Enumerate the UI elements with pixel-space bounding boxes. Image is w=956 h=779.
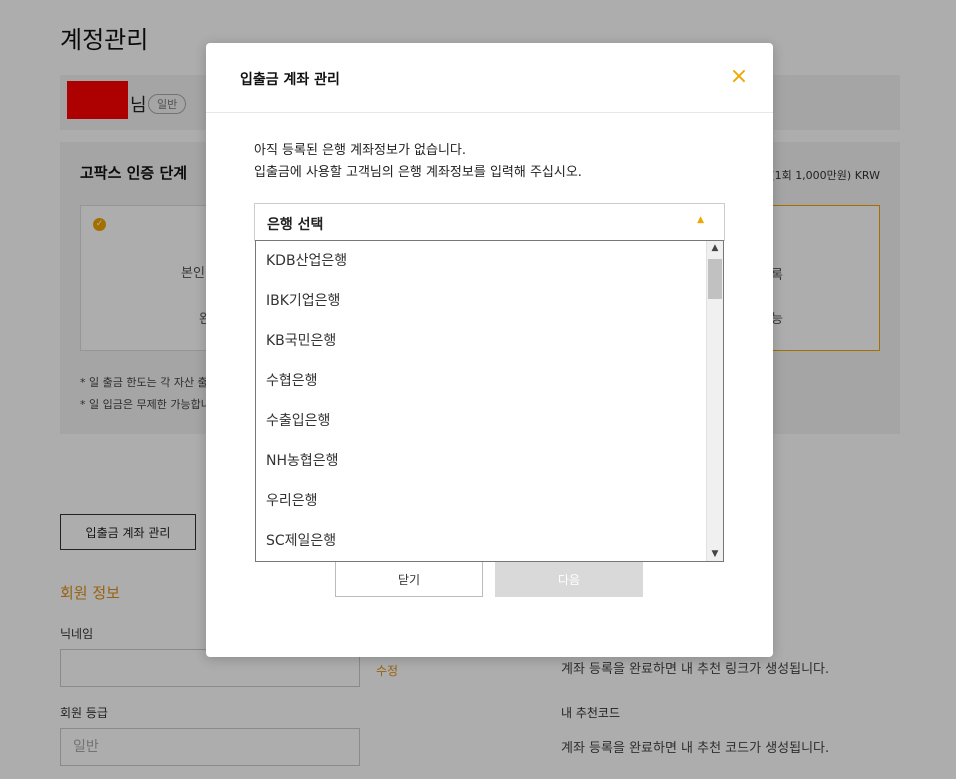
bank-option[interactable]: IBK기업은행 <box>256 281 707 321</box>
bank-select[interactable]: 은행 선택 ▲ <box>254 203 725 241</box>
bank-option[interactable]: KB국민은행 <box>256 321 707 361</box>
scroll-down-icon[interactable]: ▼ <box>707 549 723 559</box>
bank-option[interactable]: KDB산업은행 <box>256 241 707 281</box>
dropdown-scrollbar[interactable]: ▲ ▼ <box>706 241 723 561</box>
next-button[interactable]: 다음 <box>495 561 643 597</box>
scroll-up-icon[interactable]: ▲ <box>707 243 723 253</box>
scrollbar-thumb[interactable] <box>708 259 722 299</box>
modal-header: 입출금 계좌 관리 × <box>206 43 773 113</box>
bank-option[interactable]: 수출입은행 <box>256 401 707 441</box>
bank-options: KDB산업은행 IBK기업은행 KB국민은행 수협은행 수출입은행 NH농협은행… <box>256 241 707 561</box>
bank-option[interactable]: SC제일은행 <box>256 521 707 561</box>
bank-option[interactable]: 수협은행 <box>256 361 707 401</box>
modal-title: 입출금 계좌 관리 <box>240 72 340 88</box>
close-button[interactable]: 닫기 <box>335 561 483 597</box>
chevron-up-icon: ▲ <box>697 215 704 225</box>
modal-message-line2: 입출금에 사용할 고객님의 은행 계좌정보를 입력해 주십시오. <box>254 165 582 180</box>
bank-option[interactable]: NH농협은행 <box>256 441 707 481</box>
bank-select-value: 은행 선택 <box>267 217 324 233</box>
modal-message-line1: 아직 등록된 은행 계좌정보가 없습니다. <box>254 143 467 158</box>
bank-dropdown-list: KDB산업은행 IBK기업은행 KB국민은행 수협은행 수출입은행 NH농협은행… <box>255 240 724 562</box>
close-icon[interactable]: × <box>727 65 751 89</box>
bank-option[interactable]: 우리은행 <box>256 481 707 521</box>
